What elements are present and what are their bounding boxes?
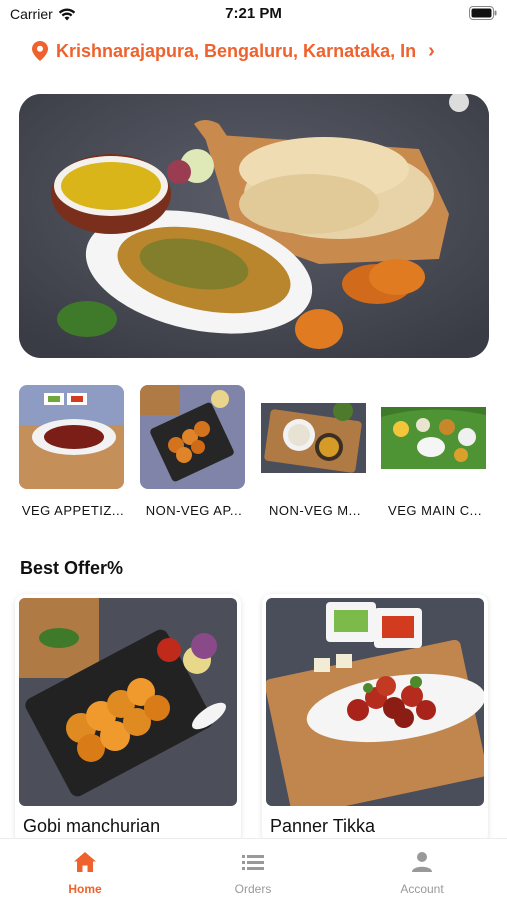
category-label: VEG MAIN C... [388,503,482,518]
battery-icon [469,6,497,25]
tab-label: Home [68,882,102,896]
chevron-right-icon: › [428,39,435,62]
location-pin-icon [32,41,48,61]
person-icon [412,852,432,872]
offer-name: Gobi manchurian [23,816,161,836]
category-image [19,385,124,489]
hero-food-image [19,94,489,358]
best-offer-title: Best Offer% [20,558,124,578]
tab-label: Account [400,882,444,896]
tab-account[interactable]: Account [372,851,472,896]
list-icon [242,855,264,870]
offer-name: Panner Tikka [270,816,376,836]
tab-home[interactable]: Home [35,851,135,896]
home-icon [74,852,96,872]
offer-image [19,598,237,806]
status-bar: Carrier 7:21 PM [0,0,507,30]
category-image [261,403,366,473]
location-selector[interactable]: Krishnarajapura, Bengaluru, Karnataka, I… [32,38,482,64]
category-image [140,385,245,489]
offer-card-panner-tikka[interactable]: Panner Tikka [262,594,488,844]
bottom-tab-bar: Home Orders Account [0,838,507,900]
tab-label: Orders [234,882,272,896]
hero-banner[interactable] [19,94,489,358]
category-list: VEG APPETIZ... NON-VEG AP... NON-VEG M..… [0,385,507,525]
status-time: 7:21 PM [225,5,282,22]
category-image [381,407,486,469]
location-address: Krishnarajapura, Bengaluru, Karnataka, I… [56,40,417,61]
category-label: VEG APPETIZ... [21,503,125,518]
offer-card-gobi-manchurian[interactable]: Gobi manchurian [15,594,241,844]
tab-orders[interactable]: Orders [203,851,303,896]
category-label: NON-VEG M... [269,503,361,518]
offer-image [266,598,484,806]
category-label: NON-VEG AP... [145,503,243,518]
